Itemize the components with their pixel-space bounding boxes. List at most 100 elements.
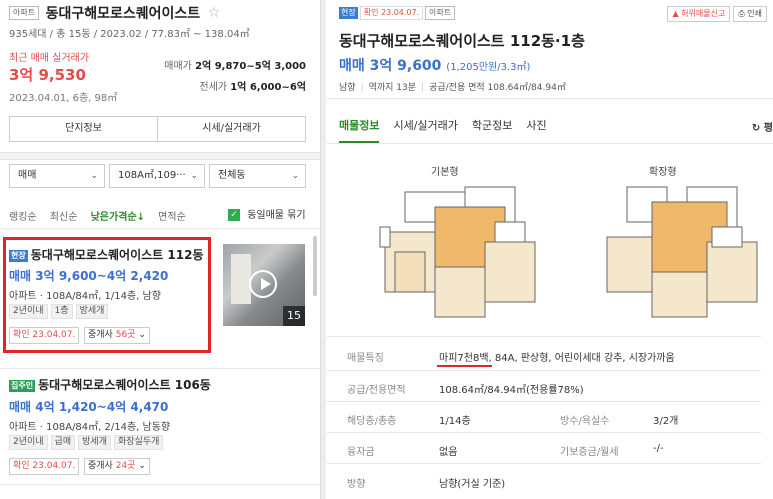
chip: 화장실두개 (113, 435, 164, 450)
detail-price: 매매 3억 9,600 (1,205만원/3.3㎡) (339, 55, 530, 75)
listing-title-text: 동대구해모로스퀘어이스트 112동 (30, 248, 204, 262)
print-label: 인쇄 (747, 9, 762, 18)
divider (327, 336, 761, 337)
divider (327, 432, 761, 433)
divider (327, 98, 773, 99)
owner-tag: 집주인 (9, 379, 36, 392)
chevron-down-icon: ⌄ (138, 461, 146, 471)
onsite-tag: 현장 (9, 249, 28, 262)
agent-count: 24곳 (115, 461, 136, 471)
recent-deal-price: 3억 9,530 (9, 66, 86, 84)
detail-actions: ▲ 허위매물신고 ⎙ 인쇄 (667, 6, 767, 22)
refresh-icon: ↻ (751, 123, 761, 134)
sort-low-price[interactable]: 낮은가격순↓ (91, 212, 145, 223)
tab-photos[interactable]: 사진 (526, 117, 546, 133)
listing-photo[interactable]: 15 (223, 244, 305, 326)
listing-title[interactable]: 현장 동대구해모로스퀘어이스트 112동 (9, 246, 203, 263)
scrollbar[interactable] (313, 236, 317, 296)
pyeong-label: 평 (763, 123, 773, 134)
jeonse-price-range: 전세가 1억 6,000~6억 (199, 78, 306, 93)
listing-info: 아파트 · 108A/84㎡, 2/14층, 남동향 (9, 422, 171, 433)
direction-value: 남향(거실 기준) (439, 479, 506, 490)
price-info-button[interactable]: 시세/실거래가 (157, 117, 305, 141)
play-icon[interactable] (249, 270, 277, 298)
tab-school[interactable]: 학군정보 (472, 117, 512, 133)
area-label: 공급/전용면적 (347, 385, 406, 396)
dong-value: 전체동 (218, 170, 246, 181)
app-root: 아파트 동대구해모로스퀘어이스트 ☆ 935세대 / 총 15동 / 2023.… (0, 0, 773, 499)
agent-dropdown[interactable]: 중개사 24곳 ⌄ (84, 458, 150, 475)
listing-detail-panel: 현장 확인 23.04.07. 아파트 ▲ 허위매물신고 ⎙ 인쇄 동대구해모로스퀘… (327, 0, 773, 499)
extended-floor-plan[interactable] (597, 182, 767, 322)
confirm-date: 확인 23.04.07. (9, 327, 80, 344)
chevron-down-icon: ⌄ (138, 330, 146, 340)
deposit-value: -/- (653, 443, 664, 454)
station-info: 역까지 13분 (356, 83, 416, 93)
complex-info-button[interactable]: 단지정보 (10, 117, 157, 141)
photo-door-shape (231, 254, 251, 304)
listing-title[interactable]: 집주인 동대구해모로스퀘어이스트 106동 (9, 376, 211, 393)
basic-floor-plan[interactable] (375, 182, 545, 322)
chevron-down-icon: ⌄ (190, 171, 198, 181)
direction-label: 방향 (347, 479, 366, 490)
detail-title: 동대구해모로스퀘어이스트 112동·1층 (339, 32, 585, 50)
area-info: 공급/전용 면적 108.64㎡/84.94㎡ (416, 83, 566, 93)
area-select[interactable]: 108A㎡,109··· ⌄ (109, 164, 205, 188)
siren-icon: ▲ (672, 9, 679, 18)
sale-price-range: 매매가 2억 9,870~5억 3,000 (164, 57, 306, 72)
detail-tabs: 매물정보 시세/실거래가 학군정보 사진 (339, 117, 547, 143)
agent-prefix: 중개사 (88, 330, 113, 340)
report-label: 허위매물신고 (681, 9, 726, 18)
chip: 1층 (50, 304, 73, 319)
complex-header: 아파트 동대구해모로스퀘어이스트 ☆ (9, 3, 314, 23)
sort-ranking[interactable]: 랭킹순 (9, 212, 37, 223)
sort-area[interactable]: 면적순 (158, 212, 186, 223)
star-icon[interactable]: ☆ (208, 5, 221, 21)
rooms-value: 3/2개 (653, 416, 679, 427)
onsite-badge: 현장 (339, 7, 358, 19)
detail-badges: 현장 확인 23.04.07. 아파트 (339, 6, 456, 20)
chevron-down-icon: ⌄ (90, 171, 98, 181)
agent-dropdown[interactable]: 중개사 56곳 ⌄ (84, 327, 150, 344)
group-same-listings[interactable]: ✓ 동일매물 묶기 (228, 206, 306, 221)
chevron-down-icon: ⌄ (291, 171, 299, 181)
tab-price[interactable]: 시세/실거래가 (393, 117, 457, 133)
sale-price-label: 매매가 (164, 61, 192, 72)
jeonse-price-label: 전세가 (199, 82, 227, 93)
deal-type-select[interactable]: 매매 ⌄ (9, 164, 105, 188)
agent-count: 56곳 (115, 330, 136, 340)
divider (0, 228, 320, 229)
chip: 방세개 (78, 435, 111, 450)
extended-plan-label: 확장형 (649, 167, 677, 178)
listing-chips: 2년이내 1층 방세개 (9, 304, 111, 319)
photo-count: 15 (283, 306, 305, 326)
property-type-badge: 아파트 (9, 6, 40, 20)
chip: 2년이내 (9, 304, 48, 319)
checkbox-checked-icon[interactable]: ✓ (228, 209, 240, 221)
sale-price-value: 2억 9,870~5억 3,000 (195, 61, 306, 72)
confirm-badge: 확인 23.04.07. (359, 6, 424, 20)
agent-prefix: 중개사 (88, 461, 113, 471)
sort-latest[interactable]: 최신순 (50, 212, 78, 223)
deposit-label: 기보증금/월세 (560, 447, 619, 458)
highlight-underline (437, 365, 492, 367)
floor-value: 1/14층 (439, 416, 471, 427)
rooms-label: 방수/욕실수 (560, 416, 610, 427)
print-button[interactable]: ⎙ 인쇄 (733, 6, 767, 22)
jeonse-price-value: 1억 6,000~6억 (230, 82, 306, 93)
tab-listing-info[interactable]: 매물정보 (339, 117, 380, 143)
chip: 방세개 (75, 304, 109, 319)
area-value: 108.64㎡/84.94㎡(전용률78%) (439, 385, 584, 396)
complex-title[interactable]: 동대구해모로스퀘어이스트 (46, 6, 201, 22)
pyeong-toggle[interactable]: ↻ 평 (752, 119, 773, 134)
listing-chips: 2년이내 급매 방세개 화장실두개 (9, 435, 166, 450)
print-icon: ⎙ (738, 9, 745, 18)
chip: 2년이내 (9, 435, 48, 450)
panel-separator (320, 0, 326, 499)
listing-title-text: 동대구해모로스퀘어이스트 106동 (38, 378, 211, 392)
divider (327, 463, 761, 464)
report-button[interactable]: ▲ 허위매물신고 (667, 6, 731, 22)
complex-panel: 아파트 동대구해모로스퀘어이스트 ☆ 935세대 / 총 15동 / 2023.… (0, 0, 320, 499)
dong-select[interactable]: 전체동 ⌄ (209, 164, 306, 188)
complex-buttons: 단지정보 시세/실거래가 (9, 116, 306, 142)
